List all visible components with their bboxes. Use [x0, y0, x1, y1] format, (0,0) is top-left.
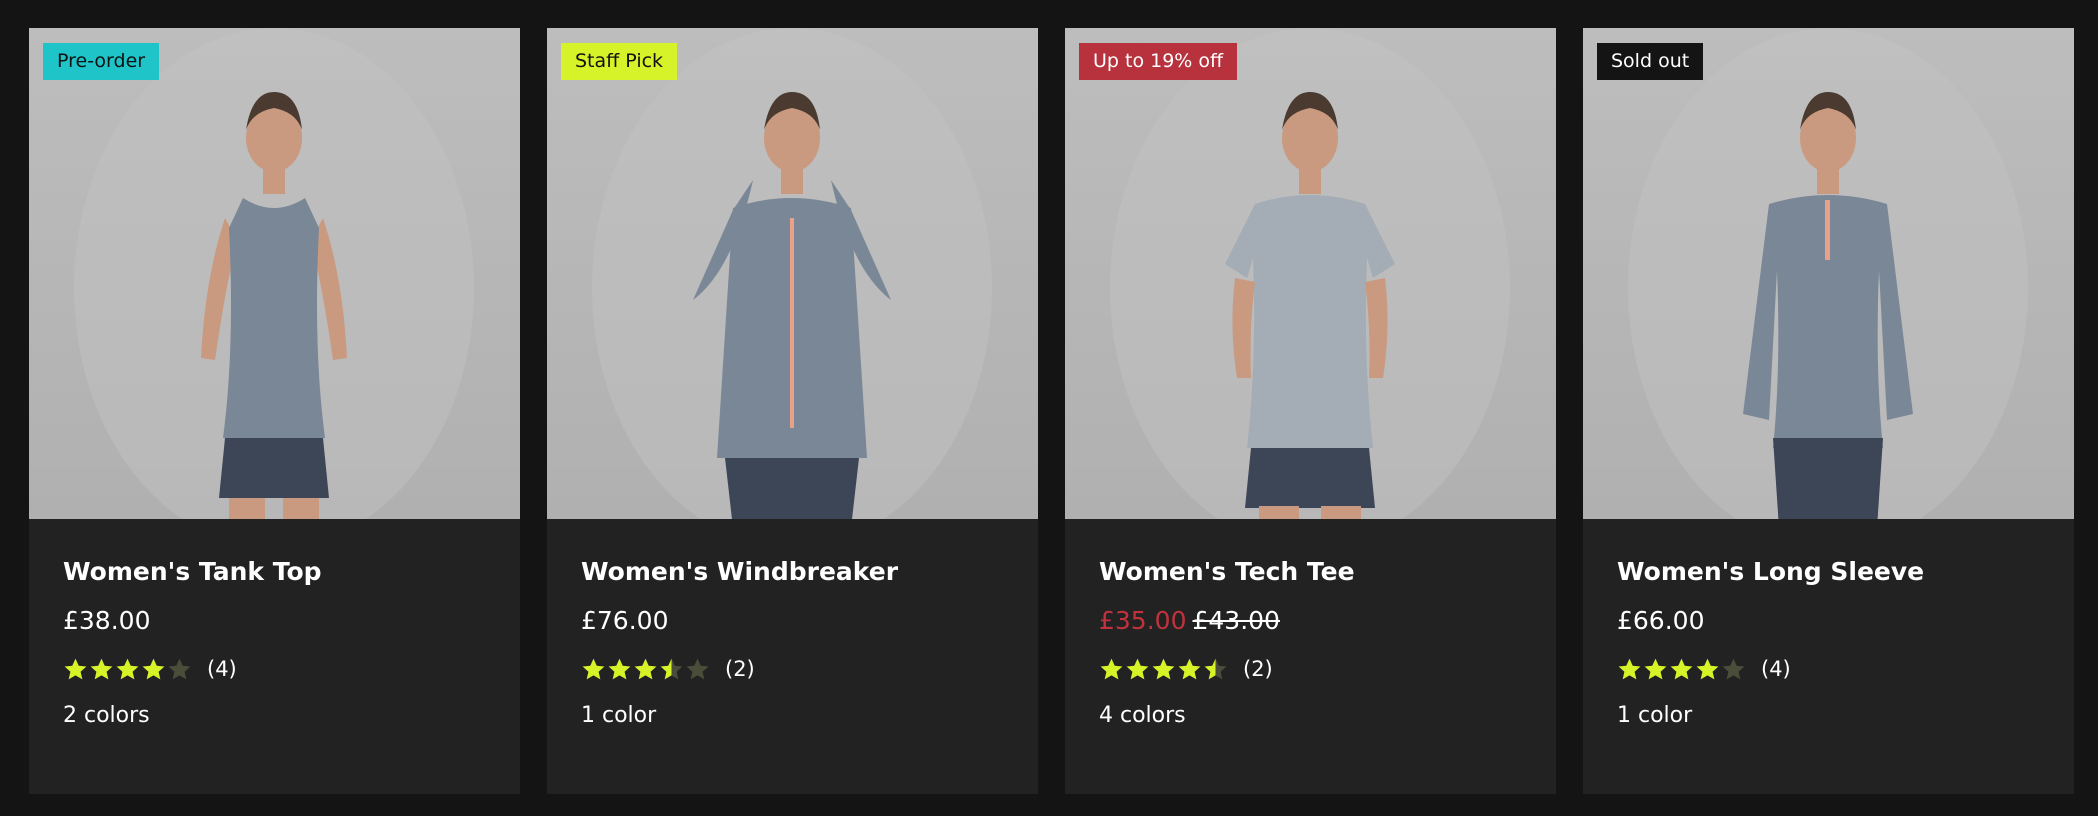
product-grid: Pre-order Women's Tank Top £38.00 (4) 2 … — [29, 28, 2075, 794]
original-price: £43.00 — [1192, 606, 1280, 635]
price-row: £38.00 — [63, 606, 486, 636]
color-count: 1 color — [581, 703, 657, 728]
product-info: Women's Windbreaker £76.00 (2) 1 color — [547, 519, 1038, 731]
rating-row[interactable]: (2) — [1099, 654, 1522, 684]
star-icon — [1696, 658, 1719, 679]
color-count: 2 colors — [63, 703, 150, 728]
star-icon — [1670, 658, 1693, 679]
color-count: 1 color — [1617, 703, 1693, 728]
star-icon — [634, 658, 657, 679]
sale-price: £35.00 — [1099, 606, 1187, 635]
star-rating — [581, 657, 710, 682]
product-info: Women's Long Sleeve £66.00 (4) 1 color — [1583, 519, 2074, 731]
review-count: (4) — [207, 657, 237, 681]
review-count: (4) — [1761, 657, 1791, 681]
product-image[interactable] — [1065, 28, 1556, 519]
product-info: Women's Tank Top £38.00 (4) 2 colors — [29, 519, 520, 731]
star-icon — [1126, 658, 1149, 679]
star-rating — [1617, 657, 1746, 682]
product-badge: Pre-order — [43, 43, 160, 80]
color-count: 4 colors — [1099, 703, 1186, 728]
product-card[interactable]: Pre-order Women's Tank Top £38.00 (4) 2 … — [29, 28, 520, 794]
star-icon — [582, 658, 605, 679]
product-badge: Staff Pick — [561, 43, 678, 80]
product-badge: Sold out — [1597, 43, 1704, 80]
rating-row[interactable]: (4) — [1617, 654, 2040, 684]
review-count: (2) — [1243, 657, 1273, 681]
price-row: £66.00 — [1617, 606, 2040, 636]
product-info: Women's Tech Tee £35.00 £43.00 (2) 4 colo… — [1065, 519, 1556, 731]
star-icon — [142, 658, 165, 679]
star-icon — [1618, 658, 1641, 679]
rating-row[interactable]: (2) — [581, 654, 1004, 684]
review-count: (2) — [725, 657, 755, 681]
model-photo — [74, 28, 474, 519]
star-icon — [1722, 658, 1745, 679]
model-photo — [592, 28, 992, 519]
star-icon — [1204, 658, 1227, 679]
star-icon — [660, 658, 683, 679]
product-card[interactable]: Up to 19% off Women's Tech Tee £35.00 £43… — [1065, 28, 1556, 794]
star-icon — [1644, 658, 1667, 679]
product-image[interactable] — [1583, 28, 2074, 519]
model-photo — [1110, 28, 1510, 519]
star-icon — [64, 658, 87, 679]
rating-row[interactable]: (4) — [63, 654, 486, 684]
product-name[interactable]: Women's Long Sleeve — [1617, 557, 2040, 587]
model-photo — [1628, 28, 2028, 519]
star-icon — [116, 658, 139, 679]
price-row: £76.00 — [581, 606, 1004, 636]
star-icon — [686, 658, 709, 679]
product-image[interactable] — [29, 28, 520, 519]
product-badge: Up to 19% off — [1079, 43, 1238, 80]
star-icon — [1152, 658, 1175, 679]
star-icon — [608, 658, 631, 679]
product-price: £76.00 — [581, 606, 669, 635]
star-icon — [168, 658, 191, 679]
product-name[interactable]: Women's Tank Top — [63, 557, 486, 587]
star-rating — [1099, 657, 1228, 682]
star-icon — [90, 658, 113, 679]
star-icon — [1178, 658, 1201, 679]
product-card[interactable]: Sold out Women's Long Sleeve £66.00 (4) … — [1583, 28, 2074, 794]
product-name[interactable]: Women's Tech Tee — [1099, 557, 1522, 587]
product-price: £66.00 — [1617, 606, 1705, 635]
product-image[interactable] — [547, 28, 1038, 519]
product-card[interactable]: Staff Pick Women's Windbreaker £76.00 (2… — [547, 28, 1038, 794]
star-rating — [63, 657, 192, 682]
price-row: £35.00 £43.00 — [1099, 606, 1522, 636]
star-icon — [1100, 658, 1123, 679]
product-name[interactable]: Women's Windbreaker — [581, 557, 1004, 587]
product-price: £38.00 — [63, 606, 151, 635]
